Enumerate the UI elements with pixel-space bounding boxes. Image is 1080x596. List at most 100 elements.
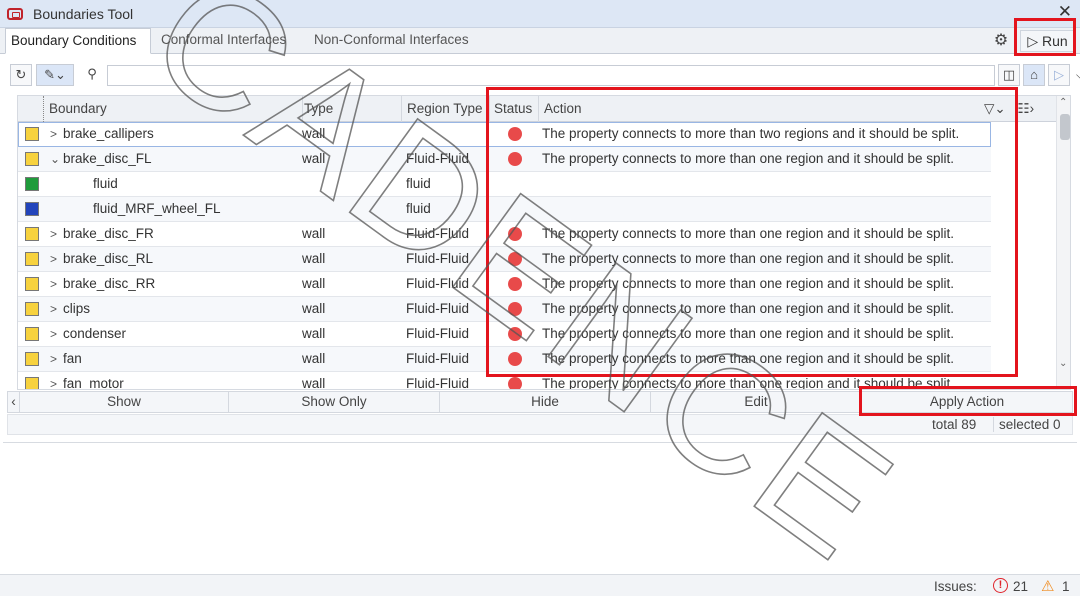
color-swatch[interactable] <box>25 352 39 366</box>
hide-button[interactable]: Hide <box>440 392 651 412</box>
tab-bar: Boundary Conditions Conformal Interfaces… <box>0 28 1080 54</box>
tab-boundary-conditions[interactable]: Boundary Conditions <box>5 28 151 54</box>
table-row[interactable]: fluid_MRF_wheel_FL fluid <box>18 197 991 222</box>
column-type[interactable]: Type <box>299 96 402 122</box>
region-type: fluid <box>406 201 431 216</box>
chevron-down-icon[interactable]: ⌄ <box>50 147 60 171</box>
color-swatch[interactable] <box>25 177 39 191</box>
boundary-name: clips <box>63 301 91 316</box>
region-type: Fluid-Fluid <box>406 301 470 316</box>
columns-icon[interactable]: ☷› <box>1017 101 1034 116</box>
scroll-thumb[interactable] <box>1060 114 1070 140</box>
table-row[interactable]: fluid fluid <box>18 172 991 197</box>
tab-conformal-interfaces[interactable]: Conformal Interfaces <box>156 28 304 54</box>
selection-summary: total 89 selected 0 <box>7 414 1073 435</box>
action-message: The property connects to more than two r… <box>542 126 960 141</box>
column-boundary[interactable]: Boundary <box>44 96 303 122</box>
close-icon[interactable]: ✕ <box>1058 2 1072 22</box>
pencil-icon[interactable]: ✎⌄ <box>36 64 74 86</box>
run-button[interactable]: ▷ Run <box>1020 30 1075 52</box>
show-button[interactable]: Show <box>20 392 229 412</box>
boundary-name: brake_callipers <box>63 126 154 141</box>
status-error-icon <box>508 127 522 141</box>
boundary-type: wall <box>302 126 326 141</box>
table-row[interactable]: ⌄ brake_disc_FL wall Fluid-Fluid The propert… <box>18 147 991 172</box>
table-row[interactable]: > fan_motor wall Fluid-Fluid The property co… <box>18 372 991 390</box>
home-icon[interactable]: ⌂ <box>1023 64 1045 86</box>
apply-action-button[interactable]: Apply Action <box>862 392 1072 412</box>
chevron-down-icon[interactable]: ⌵ <box>1076 68 1080 83</box>
edit-button[interactable]: Edit <box>651 392 862 412</box>
table-row[interactable]: > fan wall Fluid-Fluid The property connects… <box>18 347 991 372</box>
boundary-name: fan_motor <box>63 376 124 390</box>
table-header: Boundary Type Region Type Status Action … <box>18 96 1070 122</box>
color-swatch[interactable] <box>25 327 39 341</box>
color-swatch[interactable] <box>25 227 39 241</box>
color-swatch[interactable] <box>25 127 39 141</box>
table-row[interactable]: > clips wall Fluid-Fluid The property connec… <box>18 297 991 322</box>
scroll-down-icon[interactable]: ⌄ <box>1059 358 1067 369</box>
scroll-left-icon[interactable]: ‹ <box>8 392 20 412</box>
table-row[interactable]: > brake_disc_RL wall Fluid-Fluid The propert… <box>18 247 991 272</box>
panel-icon[interactable]: ◫ <box>998 64 1020 86</box>
column-region-type[interactable]: Region Type <box>402 96 490 122</box>
gear-icon[interactable]: ⚙ <box>990 32 1012 50</box>
details-pane <box>3 442 1077 572</box>
status-error-icon <box>508 352 522 366</box>
action-message: The property connects to more than one r… <box>542 301 955 316</box>
region-type: Fluid-Fluid <box>406 351 470 366</box>
table-row[interactable]: > brake_disc_RR wall Fluid-Fluid The propert… <box>18 272 991 297</box>
bottom-status-bar: Issues: ! 21 ⚠ 1 <box>0 574 1080 596</box>
color-swatch[interactable] <box>25 277 39 291</box>
select-icon[interactable]: ▷ <box>1048 64 1070 86</box>
color-swatch[interactable] <box>25 202 39 216</box>
status-error-icon <box>508 327 522 341</box>
vertical-scrollbar[interactable]: ⌃ ⌄ <box>1056 96 1070 389</box>
chevron-right-icon[interactable]: > <box>50 372 57 389</box>
refresh-icon[interactable]: ↻ <box>10 64 32 86</box>
column-status[interactable]: Status <box>489 96 539 122</box>
color-swatch[interactable] <box>25 152 39 166</box>
status-error-icon <box>508 227 522 241</box>
error-icon: ! <box>993 578 1008 593</box>
error-count[interactable]: 21 <box>1013 579 1028 594</box>
chevron-right-icon[interactable]: > <box>50 222 57 246</box>
action-message: The property connects to more than one r… <box>542 251 955 266</box>
boundary-type: wall <box>302 326 326 341</box>
chevron-right-icon[interactable]: > <box>50 347 57 371</box>
boundary-type: wall <box>302 351 326 366</box>
table-row[interactable]: > brake_callipers wall The property connect… <box>18 122 991 147</box>
color-swatch[interactable] <box>25 302 39 316</box>
warning-count[interactable]: 1 <box>1062 579 1070 594</box>
boundary-name: fluid <box>93 176 118 191</box>
column-action[interactable]: Action <box>539 96 984 122</box>
show-only-button[interactable]: Show Only <box>229 392 440 412</box>
action-message: The property connects to more than one r… <box>542 376 955 390</box>
chevron-right-icon[interactable]: > <box>50 322 57 346</box>
chevron-right-icon[interactable]: > <box>50 297 57 321</box>
region-type: Fluid-Fluid <box>406 226 470 241</box>
total-count: total 89 <box>932 417 977 432</box>
chevron-right-icon[interactable]: > <box>50 122 57 146</box>
boundaries-tool-icon <box>7 8 23 20</box>
boundary-name: brake_disc_FL <box>63 151 152 166</box>
table-row[interactable]: > condenser wall Fluid-Fluid The property co… <box>18 322 991 347</box>
search-input[interactable]: ⌵ <box>107 65 1080 86</box>
table-row[interactable]: > brake_disc_FR wall Fluid-Fluid The propert… <box>18 222 991 247</box>
scroll-up-icon[interactable]: ⌃ <box>1059 97 1067 108</box>
chevron-right-icon[interactable]: > <box>50 247 57 271</box>
search-icon[interactable]: ⚲ <box>81 64 103 86</box>
filter-icon[interactable]: ▽⌄ <box>984 101 1006 116</box>
select-all-column[interactable] <box>18 96 44 122</box>
title-bar: Boundaries Tool ✕ <box>0 0 1080 28</box>
region-type: Fluid-Fluid <box>406 376 470 390</box>
boundary-type: wall <box>302 151 326 166</box>
status-error-icon <box>508 302 522 316</box>
boundary-name: brake_disc_RL <box>63 251 154 266</box>
region-type: Fluid-Fluid <box>406 251 470 266</box>
color-swatch[interactable] <box>25 252 39 266</box>
color-swatch[interactable] <box>25 377 39 389</box>
boundaries-table: Boundary Type Region Type Status Action … <box>17 95 1071 390</box>
tab-non-conformal-interfaces[interactable]: Non-Conformal Interfaces <box>309 28 489 54</box>
chevron-right-icon[interactable]: > <box>50 272 57 296</box>
